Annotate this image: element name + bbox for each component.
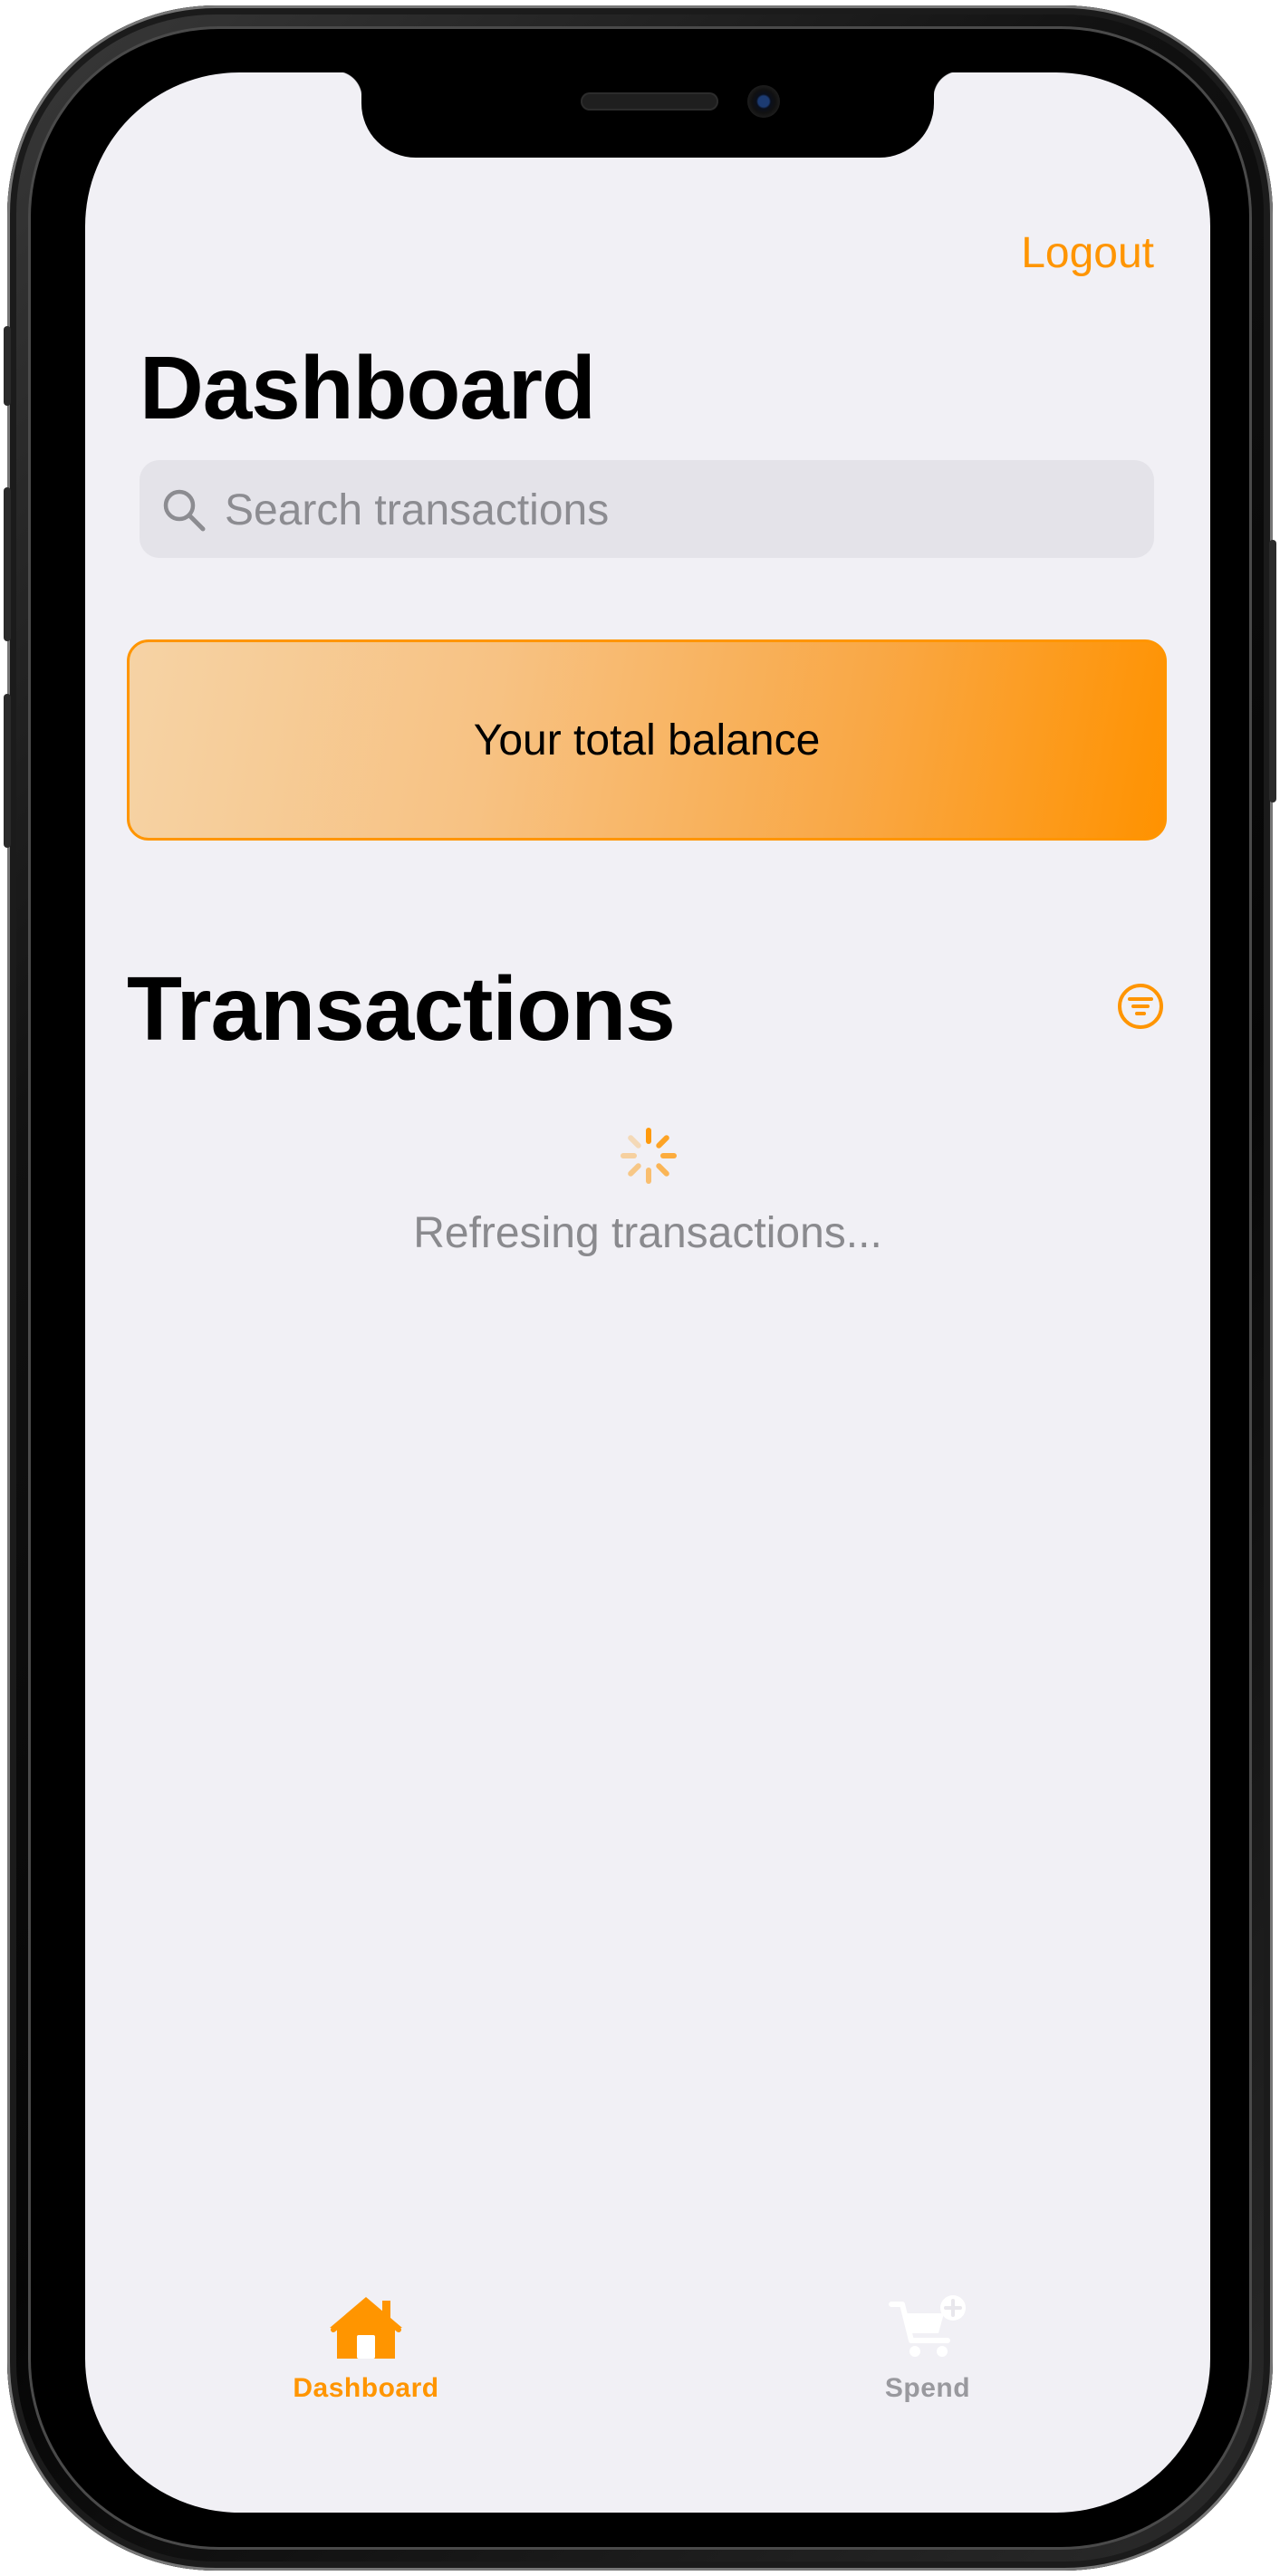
transactions-title: Transactions [127,958,676,1060]
search-bar[interactable] [140,460,1154,560]
notch [335,72,960,158]
house-icon [330,2297,402,2359]
silent-switch [4,326,11,406]
search-input[interactable] [223,460,1132,560]
balance-label: Your total balance [473,716,821,764]
balance-card: Your total balance [127,639,1167,841]
power-button [1269,540,1276,803]
refresh-status-text: Refresing transactions... [413,1209,882,1257]
device-frame: Logout Dashboard Your total balance Tran… [4,5,1276,2571]
front-camera [747,85,780,118]
app-screen: Logout Dashboard Your total balance Tran… [85,72,1210,2513]
tab-spend[interactable]: Spend [828,2293,1027,2404]
logout-button[interactable]: Logout [1021,226,1154,281]
volume-down-button [4,694,11,848]
tab-dashboard[interactable]: Dashboard [266,2293,466,2404]
search-icon [163,489,206,532]
tab-label-dashboard: Dashboard [293,2373,439,2403]
tab-label-spend: Spend [884,2373,971,2403]
speaker-grille [581,92,718,111]
page-title: Dashboard [140,338,596,437]
cart-plus-icon [889,2295,966,2357]
spinner-icon [621,1128,677,1184]
volume-up-button [4,487,11,641]
filter-icon[interactable] [1116,982,1165,1031]
